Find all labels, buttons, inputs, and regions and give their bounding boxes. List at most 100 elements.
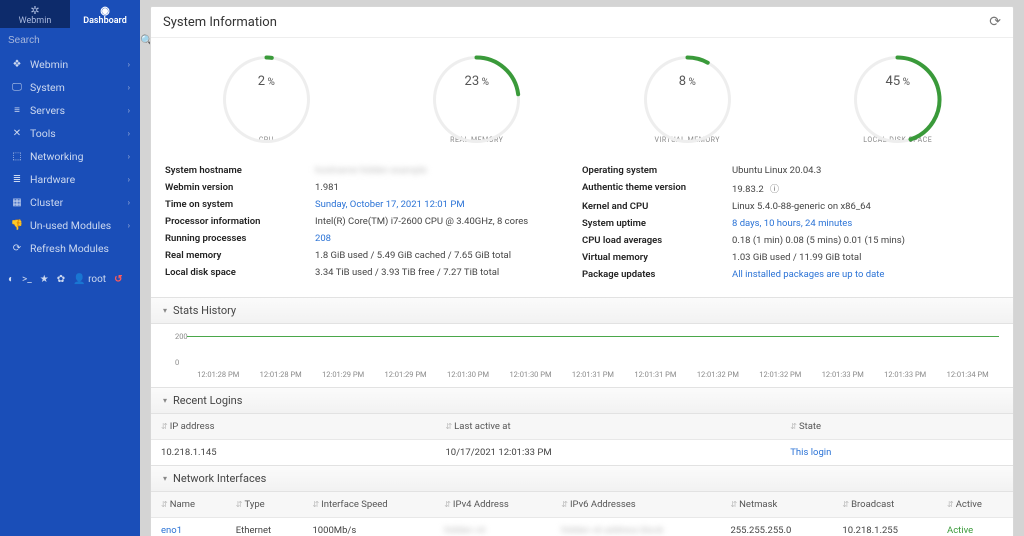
info-label: Package updates [582, 269, 732, 280]
th-state[interactable]: ⇵State [780, 414, 1013, 440]
user-label[interactable]: 👤 root [73, 274, 106, 285]
nav-icon: ⟳ [10, 243, 24, 254]
info-row: CPU load averages0.18 (1 min) 0.08 (5 mi… [582, 232, 999, 249]
info-row: Real memory1.8 GiB used / 5.49 GiB cache… [165, 247, 582, 264]
chevron-right-icon: › [128, 198, 130, 207]
cell-name[interactable]: eno1 [151, 518, 226, 536]
sidebar-item-tools[interactable]: ✕Tools› [0, 122, 140, 145]
stats-xtick: 12:01:30 PM [447, 370, 489, 379]
topnav-webmin[interactable]: ✲ Webmin [0, 0, 70, 28]
info-label: System uptime [582, 218, 732, 229]
gauge-mem: 23 %REAL MEMORY [372, 52, 583, 144]
search-input[interactable] [8, 35, 140, 46]
stats-ymax: 200 [175, 332, 188, 341]
info-icon[interactable]: ⓘ [768, 185, 779, 195]
th-last[interactable]: ⇵Last active at [435, 414, 780, 440]
info-label: Real memory [165, 250, 315, 261]
settings-icon[interactable]: ✿ [57, 274, 65, 285]
terminal-icon[interactable]: >_ [22, 274, 32, 285]
cell-last: 10/17/2021 12:01:33 PM [435, 440, 780, 466]
cell-speed: 1000Mb/s [302, 518, 434, 536]
th-type[interactable]: ⇵Type [226, 492, 303, 518]
cell-state[interactable]: This login [780, 440, 1013, 466]
sidebar-item-label: Un-used Modules [30, 219, 128, 232]
th-ip[interactable]: ⇵IP address [151, 414, 435, 440]
chevron-down-icon: ▾ [163, 306, 167, 315]
sidebar-item-label: Cluster [30, 196, 128, 209]
info-value[interactable]: 208 [315, 233, 582, 244]
th-mask[interactable]: ⇵Netmask [720, 492, 832, 518]
stats-header[interactable]: ▾ Stats History [151, 297, 1013, 324]
nav-icon: ≣ [10, 174, 24, 185]
sidebar-item-system[interactable]: 🖵System› [0, 76, 140, 99]
stats-xtick: 12:01:31 PM [572, 370, 614, 379]
search-row: 🔍 [0, 28, 140, 53]
sidebar-item-hardware[interactable]: ≣Hardware› [0, 168, 140, 191]
info-row: Virtual memory1.03 GiB used / 11.99 GiB … [582, 249, 999, 266]
info-value[interactable]: All installed packages are up to date [732, 269, 999, 280]
info-row: Running processes208 [165, 230, 582, 247]
logout-icon[interactable]: ↺ [114, 274, 122, 285]
info-label: Operating system [582, 165, 732, 176]
info-value[interactable]: 8 days, 10 hours, 24 minutes [732, 218, 999, 229]
sidebar-item-cluster[interactable]: ▦ Cluster› [0, 191, 140, 214]
info-row: Local disk space3.34 TiB used / 3.93 TiB… [165, 264, 582, 281]
logins-header[interactable]: ▾ Recent Logins [151, 387, 1013, 414]
info-label: Local disk space [165, 267, 315, 278]
ifaces-title: Network Interfaces [173, 472, 266, 485]
th-v6[interactable]: ⇵IPv6 Addresses [551, 492, 720, 518]
sidebar-item-servers[interactable]: ≡Servers› [0, 99, 140, 122]
info-value[interactable]: Sunday, October 17, 2021 12:01 PM [315, 199, 582, 210]
refresh-icon[interactable]: ⟳ [989, 14, 1001, 30]
th-act[interactable]: ⇵Active [937, 492, 1013, 518]
ifaces-header[interactable]: ▾ Network Interfaces [151, 465, 1013, 492]
info-value: 1.981 [315, 182, 582, 193]
sidebar: ✲ Webmin ◉ Dashboard 🔍 ❖ Webmin › 🖵System›≡… [0, 0, 140, 536]
sidebar-item-label: System [30, 81, 128, 94]
main-content: System Information ⟳ 2 %CPU23 %REAL MEMO… [140, 0, 1024, 536]
sidebar-item-label: Servers [30, 104, 128, 117]
sidebar-item-webmin[interactable]: ❖Webmin› [0, 53, 140, 76]
stats-xtick: 12:01:32 PM [759, 370, 801, 379]
th-bc[interactable]: ⇵Broadcast [832, 492, 937, 518]
info-row: System uptime8 days, 10 hours, 24 minute… [582, 215, 999, 232]
nav-icon: ▦ [10, 197, 24, 208]
stats-xtick: 12:01:28 PM [260, 370, 302, 379]
info-label: Authentic theme version [582, 182, 732, 195]
info-label: Webmin version [165, 182, 315, 193]
th-name[interactable]: ⇵Name [151, 492, 226, 518]
th-v4[interactable]: ⇵IPv4 Address [434, 492, 551, 518]
info-row: System hostnamehostname hidden example [165, 162, 582, 179]
sidebar-item-label: Webmin [30, 58, 128, 71]
stats-xtick: 12:01:30 PM [509, 370, 551, 379]
gauges-row: 2 %CPU23 %REAL MEMORY8 %VIRTUAL MEMORY45… [151, 38, 1013, 154]
info-grid: System hostnamehostname hidden example We… [151, 154, 1013, 297]
topnav-dashboard[interactable]: ◉ Dashboard [70, 0, 140, 28]
nav-icon: ❖ [10, 59, 24, 70]
webmin-icon: ✲ [30, 5, 39, 16]
stats-body: 200 0 12:01:28 PM12:01:28 PM12:01:29 PM1… [151, 324, 1013, 387]
info-value: 0.18 (1 min) 0.08 (5 mins) 0.01 (15 mins… [732, 235, 999, 246]
stats-xtick: 12:01:31 PM [634, 370, 676, 379]
sidebar-item-un-used-modules[interactable]: 👎 Un-used Modules› [0, 214, 140, 237]
stats-xticks: 12:01:28 PM12:01:28 PM12:01:29 PM12:01:2… [187, 370, 999, 379]
cell-v6: hidden v6 address block [551, 518, 720, 536]
info-row: Operating systemUbuntu Linux 20.04.3 [582, 162, 999, 179]
info-value: 1.03 GiB used / 11.99 GiB total [732, 252, 999, 263]
chevron-right-icon: › [128, 175, 130, 184]
info-value: Ubuntu Linux 20.04.3 [732, 165, 999, 176]
sidebar-item-refresh-modules[interactable]: ⟳ Refresh Modules [0, 237, 140, 260]
chevron-down-icon: ▾ [163, 474, 167, 483]
gauge-value: 8 % [640, 74, 735, 89]
sidebar-item-label: Refresh Modules [30, 242, 130, 255]
chevron-right-icon: › [128, 221, 130, 230]
th-speed[interactable]: ⇵Interface Speed [302, 492, 434, 518]
info-col-left: System hostnamehostname hidden example We… [165, 162, 582, 283]
info-value: 3.34 TiB used / 3.93 TiB free / 7.27 TiB… [315, 267, 582, 278]
nav-icon: 👎 [10, 220, 24, 231]
sidebar-item-networking[interactable]: ⬚Networking› [0, 145, 140, 168]
info-row: Time on systemSunday, October 17, 2021 1… [165, 196, 582, 213]
favorites-icon[interactable]: ★ [40, 274, 49, 285]
chevron-down-icon: ▾ [163, 396, 167, 405]
night-mode-icon[interactable]: ◐ [8, 274, 14, 285]
